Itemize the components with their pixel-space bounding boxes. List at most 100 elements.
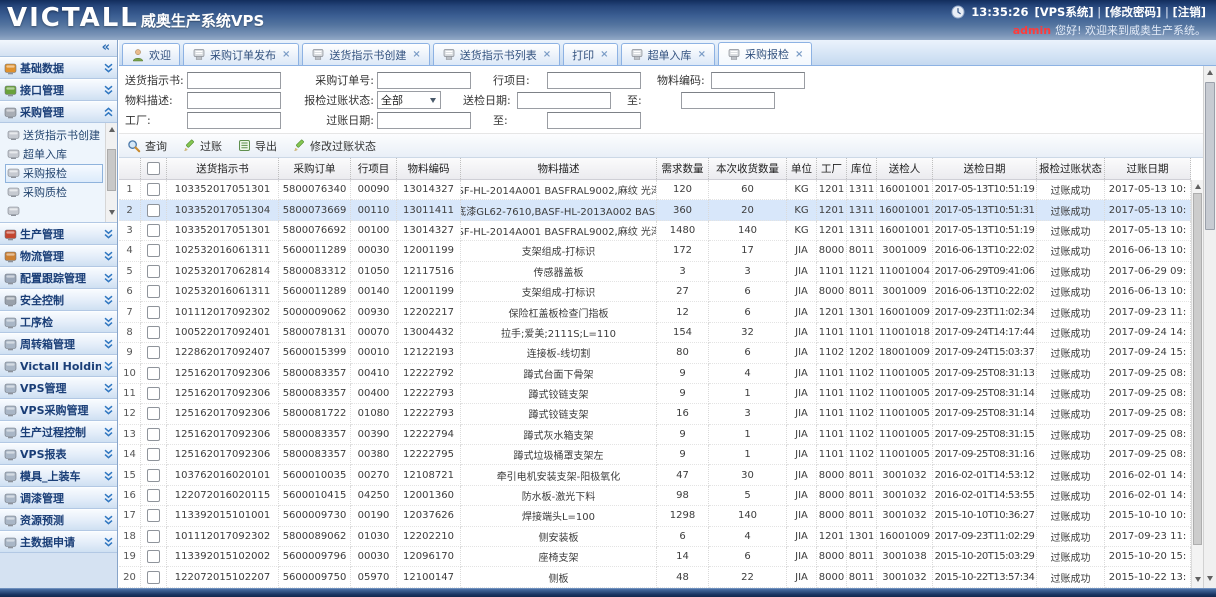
- sidebar-item-8[interactable]: 周转箱管理: [0, 333, 117, 355]
- row-checkbox[interactable]: [147, 571, 160, 584]
- column-header-9[interactable]: 库位: [847, 158, 877, 179]
- column-header-13[interactable]: 过账日期: [1105, 158, 1191, 179]
- table-row[interactable]: 110335201705130158000763400009013014327亚…: [119, 180, 1191, 200]
- row-checkbox[interactable]: [147, 183, 160, 196]
- table-row[interactable]: 1911339201510200256000097960003012096170…: [119, 547, 1191, 567]
- row-checkbox[interactable]: [147, 387, 160, 400]
- page-scrollbar-thumb[interactable]: [1205, 82, 1215, 230]
- table-row[interactable]: 1612207201602011556000104150425012001360…: [119, 486, 1191, 506]
- close-icon[interactable]: ×: [282, 49, 290, 60]
- column-header-0[interactable]: 送货指示书: [167, 158, 279, 179]
- table-row[interactable]: 810052201709240158000781310007013004432拉…: [119, 323, 1191, 343]
- sidebar-item-9[interactable]: Victall Holding: [0, 355, 117, 377]
- row-checkbox[interactable]: [147, 244, 160, 257]
- submenu-item-1[interactable]: 超单入库: [5, 145, 103, 164]
- table-scrollbar[interactable]: [1191, 180, 1203, 588]
- row-checkbox[interactable]: [147, 407, 160, 420]
- column-header-3[interactable]: 物料编码: [397, 158, 461, 179]
- table-row[interactable]: 912286201709240756000153990001012122193连…: [119, 343, 1191, 363]
- sidebar-item-16[interactable]: 资源预测: [0, 509, 117, 531]
- table-row[interactable]: 1312516201709230658000833570039012222794…: [119, 425, 1191, 445]
- column-header-1[interactable]: 采购订单: [279, 158, 351, 179]
- table-row[interactable]: 210335201705130458000736690011013011411底…: [119, 200, 1191, 220]
- row-checkbox[interactable]: [147, 530, 160, 543]
- column-header-8[interactable]: 工厂: [817, 158, 847, 179]
- line-item-input[interactable]: [547, 72, 641, 89]
- modify-posting-status-button[interactable]: 修改过账状态: [293, 138, 376, 154]
- inspection-date-from-input[interactable]: [517, 92, 611, 109]
- close-icon[interactable]: ×: [600, 49, 608, 60]
- submenu-scroll-down-arrow[interactable]: [109, 210, 115, 215]
- tab-4[interactable]: 打印×: [563, 43, 617, 65]
- delivery-instruction-input[interactable]: [187, 72, 281, 89]
- row-checkbox[interactable]: [147, 550, 160, 563]
- sidebar-item-17[interactable]: 主数据申请: [0, 531, 117, 553]
- submenu-item-0[interactable]: 送货指示书创建: [5, 126, 103, 145]
- sidebar-item-6[interactable]: 安全控制: [0, 289, 117, 311]
- posting-date-from-input[interactable]: [377, 112, 471, 129]
- submenu-scrollbar-thumb[interactable]: [107, 149, 116, 191]
- close-icon[interactable]: ×: [412, 49, 420, 60]
- close-icon[interactable]: ×: [698, 49, 706, 60]
- row-checkbox[interactable]: [147, 306, 160, 319]
- table-row[interactable]: 1112516201709230658000833570040012222793…: [119, 384, 1191, 404]
- column-header-2[interactable]: 行项目: [351, 158, 397, 179]
- purchase-order-no-input[interactable]: [377, 72, 471, 89]
- page-scroll-down-arrow[interactable]: [1207, 576, 1213, 581]
- column-header-7[interactable]: 单位: [787, 158, 817, 179]
- row-checkbox[interactable]: [147, 489, 160, 502]
- select-all-checkbox[interactable]: [147, 162, 160, 175]
- sidebar-item-4[interactable]: 物流管理: [0, 245, 117, 267]
- export-button[interactable]: 导出: [238, 138, 277, 154]
- submenu-item-3[interactable]: 采购质检: [5, 183, 103, 202]
- column-header-4[interactable]: 物料描述: [461, 158, 657, 179]
- row-checkbox[interactable]: [147, 509, 160, 522]
- material-desc-input[interactable]: [187, 92, 281, 109]
- column-header-11[interactable]: 送检日期: [933, 158, 1037, 179]
- sidebar-item-10[interactable]: VPS管理: [0, 377, 117, 399]
- table-row[interactable]: 1510376201602010156000100350027012108721…: [119, 465, 1191, 485]
- table-row[interactable]: 610253201606131156000112890014012001199支…: [119, 282, 1191, 302]
- row-checkbox[interactable]: [147, 346, 160, 359]
- row-checkbox[interactable]: [147, 326, 160, 339]
- submenu-scrollbar[interactable]: [105, 123, 117, 222]
- row-checkbox[interactable]: [147, 448, 160, 461]
- posting-date-to-input[interactable]: [547, 112, 641, 129]
- sidebar-item-13[interactable]: VPS报表: [0, 443, 117, 465]
- sidebar-item-3[interactable]: 生产管理: [0, 223, 117, 245]
- page-scroll-up-arrow[interactable]: [1207, 70, 1213, 75]
- row-checkbox[interactable]: [147, 265, 160, 278]
- column-header-6[interactable]: 本次收货数量: [709, 158, 787, 179]
- row-checkbox[interactable]: [147, 285, 160, 298]
- plant-input[interactable]: [187, 112, 281, 129]
- table-row[interactable]: 2012207201510220756000097500597012100147…: [119, 567, 1191, 587]
- table-scrollbar-thumb[interactable]: [1193, 193, 1202, 545]
- row-checkbox[interactable]: [147, 469, 160, 482]
- table-row[interactable]: 410253201606131156000112890003012001199支…: [119, 241, 1191, 261]
- submenu-item-2[interactable]: 采购报检: [5, 164, 103, 183]
- sidebar-item-5[interactable]: 配置跟踪管理: [0, 267, 117, 289]
- table-row[interactable]: 1711339201510100156000097300019012037626…: [119, 506, 1191, 526]
- table-row[interactable]: 1412516201709230658000833570038012222795…: [119, 445, 1191, 465]
- table-scroll-up-arrow[interactable]: [1195, 184, 1201, 189]
- inspection-date-to-input[interactable]: [681, 92, 775, 109]
- post-button[interactable]: 过账: [183, 138, 222, 154]
- sidebar-item-7[interactable]: 工序检: [0, 311, 117, 333]
- table-row[interactable]: 1212516201709230658000817220108012222793…: [119, 404, 1191, 424]
- tab-6[interactable]: 采购报检×: [718, 42, 812, 65]
- sidebar-item-2[interactable]: 采购管理: [0, 101, 117, 123]
- header-link-0[interactable]: [VPS系统]: [1034, 5, 1093, 19]
- row-checkbox[interactable]: [147, 224, 160, 237]
- row-checkbox[interactable]: [147, 204, 160, 217]
- table-row[interactable]: 310335201705130158000766920010013014327亚…: [119, 221, 1191, 241]
- table-row[interactable]: 510253201706281458000833120105012117516传…: [119, 262, 1191, 282]
- sidebar-item-14[interactable]: 模具_上装车: [0, 465, 117, 487]
- table-row[interactable]: 1012516201709230658000833570041012222792…: [119, 364, 1191, 384]
- column-header-12[interactable]: 报检过账状态: [1037, 158, 1105, 179]
- row-checkbox[interactable]: [147, 367, 160, 380]
- material-code-input[interactable]: [711, 72, 805, 89]
- column-header-10[interactable]: 送检人: [877, 158, 933, 179]
- sidebar-item-0[interactable]: 基础数据: [0, 57, 117, 79]
- posting-status-select[interactable]: 全部: [377, 91, 441, 109]
- sidebar-item-1[interactable]: 接口管理: [0, 79, 117, 101]
